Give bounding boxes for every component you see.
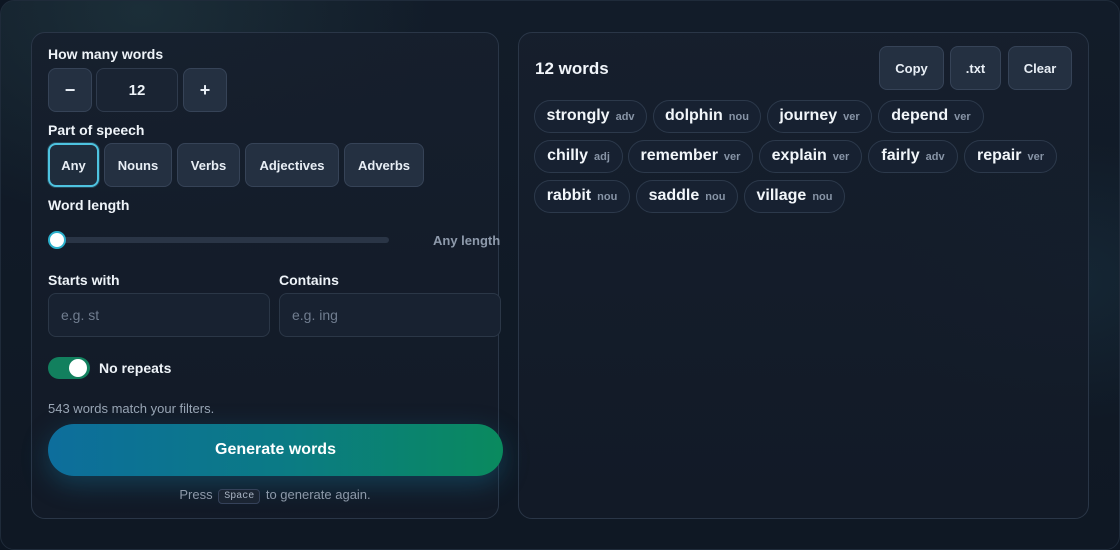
increase-count-button[interactable]: +	[183, 68, 227, 112]
word-pos: nou	[728, 111, 749, 123]
pos-option-adverbs[interactable]: Adverbs	[344, 143, 424, 187]
hint-prefix: Press	[179, 487, 213, 502]
word-text: remember	[640, 147, 718, 164]
word-text: village	[756, 187, 807, 204]
word-chip[interactable]: explain ver	[759, 140, 862, 173]
space-key: Space	[218, 489, 261, 504]
pos-option-any[interactable]: Any	[48, 143, 99, 187]
toggle-knob	[69, 359, 87, 377]
word-pos: nou	[812, 191, 833, 203]
word-text: strongly	[546, 107, 610, 124]
word-pos: ver	[843, 111, 860, 123]
word-text: journey	[779, 107, 838, 124]
contains-input[interactable]	[279, 293, 501, 337]
word-text: saddle	[648, 187, 700, 204]
word-count-value[interactable]: 12	[96, 68, 178, 112]
word-chip[interactable]: remember ver	[628, 140, 753, 173]
word-pos: ver	[1027, 151, 1044, 163]
hint-suffix: to generate again.	[265, 487, 371, 502]
decrease-count-button[interactable]: −	[48, 68, 92, 112]
word-text: fairly	[881, 147, 920, 164]
word-text: repair	[977, 147, 1022, 164]
word-pos: adv	[925, 151, 945, 163]
copy-button[interactable]: Copy	[879, 46, 944, 90]
word-text: dolphin	[665, 107, 723, 124]
contains-label: Contains	[279, 272, 339, 288]
word-length-label: Word length	[48, 197, 130, 213]
download-txt-button[interactable]: .txt	[950, 46, 1001, 90]
word-pos: ver	[832, 151, 850, 163]
word-pos: ver	[954, 111, 971, 123]
pos-option-adjectives[interactable]: Adjectives	[245, 143, 339, 187]
starts-with-label: Starts with	[48, 272, 120, 288]
word-chip[interactable]: saddle nou	[636, 180, 738, 213]
word-chip[interactable]: journey ver	[767, 100, 872, 133]
no-repeats-toggle[interactable]	[48, 357, 90, 379]
word-length-value: Any length	[433, 233, 501, 248]
word-chip[interactable]: repair ver	[964, 140, 1057, 173]
word-pos: adj	[594, 151, 610, 163]
word-pos: nou	[597, 191, 618, 203]
word-chip[interactable]: village nou	[744, 180, 845, 213]
pos-option-nouns[interactable]: Nouns	[104, 143, 172, 187]
word-count-label: How many words	[48, 46, 164, 62]
word-length-slider-track[interactable]	[48, 237, 389, 243]
pos-option-verbs[interactable]: Verbs	[177, 143, 240, 187]
word-chip[interactable]: depend ver	[878, 100, 984, 133]
output-count-title: 12 words	[535, 59, 609, 78]
word-chip[interactable]: fairly adv	[868, 140, 958, 173]
no-repeats-label: No repeats	[99, 360, 172, 376]
part-of-speech-label: Part of speech	[48, 122, 145, 138]
clear-button[interactable]: Clear	[1008, 46, 1072, 90]
word-pos: nou	[705, 191, 726, 203]
word-text: depend	[891, 107, 949, 124]
word-text: explain	[771, 147, 827, 164]
word-chip[interactable]: strongly adv	[534, 100, 647, 133]
word-length-slider-thumb[interactable]	[48, 231, 66, 249]
word-text: chilly	[547, 147, 588, 164]
match-count-text: 543 words match your filters.	[48, 401, 215, 416]
word-pos: ver	[723, 151, 741, 163]
word-chip[interactable]: dolphin nou	[653, 100, 761, 133]
generate-words-button[interactable]: Generate words	[48, 424, 503, 476]
word-pos: adv	[615, 111, 635, 123]
word-text: rabbit	[546, 187, 592, 204]
keyboard-hint: Press Space to generate again.	[0, 487, 550, 504]
word-chip[interactable]: rabbit nou	[534, 180, 630, 213]
starts-with-input[interactable]	[48, 293, 270, 337]
word-chip[interactable]: chilly adj	[534, 140, 623, 173]
